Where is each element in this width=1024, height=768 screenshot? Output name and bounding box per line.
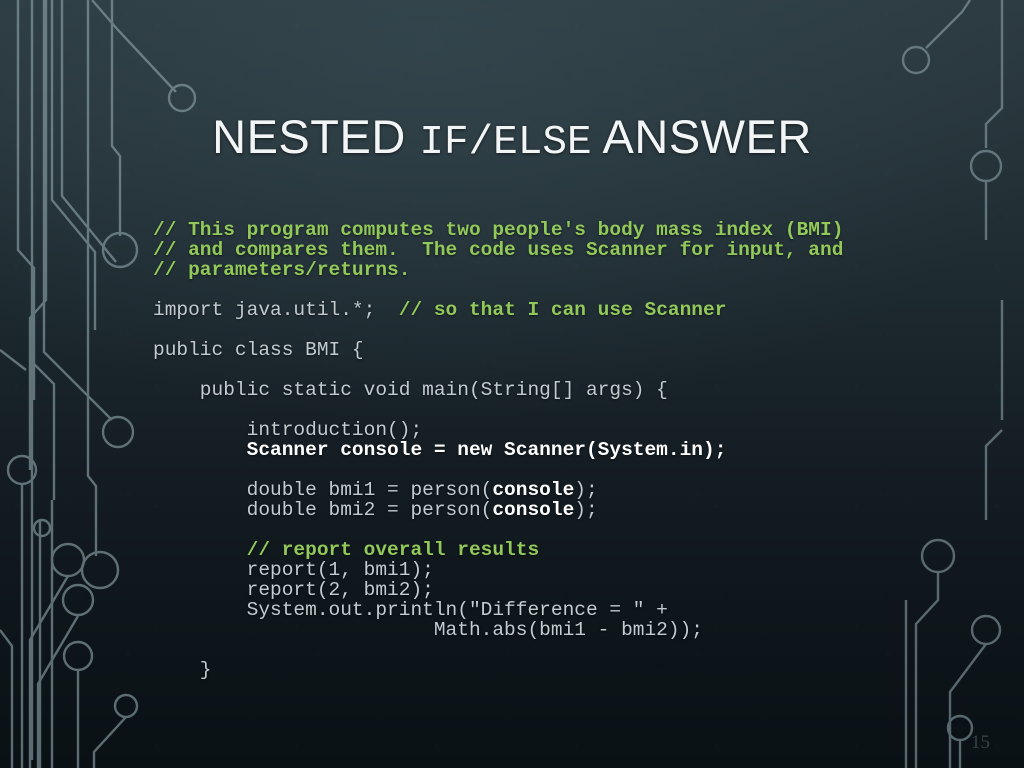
code-line: Math.abs(bmi1 - bmi2)); <box>153 620 983 640</box>
slide-canvas: NESTED IF/ELSE ANSWER // This program co… <box>0 0 1024 768</box>
code-line: // report overall results <box>153 540 983 560</box>
code-span-plain: } <box>153 658 212 681</box>
code-line: import java.util.*; // so that I can use… <box>153 300 983 320</box>
title-part-plain-2: ANSWER <box>591 110 812 164</box>
page-number: 15 <box>971 732 990 753</box>
code-span-plain: ); <box>574 498 598 521</box>
code-span-bold: console <box>492 498 575 521</box>
code-span-plain: Math.abs(bmi1 - bmi2)); <box>153 618 703 641</box>
code-line: introduction(); <box>153 420 983 440</box>
title-part-mono: IF/ELSE <box>419 120 592 167</box>
code-line: } <box>153 660 983 680</box>
code-span-comment: // so that I can use Scanner <box>398 298 727 321</box>
code-span-plain: ); <box>574 478 598 501</box>
code-span-bold: Scanner console = new Scanner(System.in)… <box>153 438 727 461</box>
code-line: double bmi1 = person(console); <box>153 480 983 500</box>
page-title: NESTED IF/ELSE ANSWER <box>0 78 1024 203</box>
code-line: Scanner console = new Scanner(System.in)… <box>153 440 983 460</box>
code-line: report(2, bmi2); <box>153 580 983 600</box>
code-span-comment: // parameters/returns. <box>153 258 411 281</box>
code-line: public class BMI { <box>153 340 983 360</box>
slide-title-text: NESTED IF/ELSE ANSWER <box>212 109 812 171</box>
code-line: System.out.println("Difference = " + <box>153 600 983 620</box>
code-span-plain: introduction(); <box>153 418 423 441</box>
code-line: report(1, bmi1); <box>153 560 983 580</box>
code-line: // and compares them. The code uses Scan… <box>153 240 983 260</box>
code-line: double bmi2 = person(console); <box>153 500 983 520</box>
code-listing: // This program computes two people's bo… <box>153 220 983 680</box>
code-span-plain: double bmi2 = person( <box>153 498 493 521</box>
code-span-plain: System.out.println("Difference = " + <box>153 598 668 621</box>
code-line: public static void main(String[] args) { <box>153 380 983 400</box>
code-span-bold: console <box>492 478 575 501</box>
title-part-plain-1: NESTED <box>212 110 420 164</box>
code-span-comment: // This program computes two people's bo… <box>153 218 844 241</box>
code-span-plain: public class BMI { <box>153 338 364 361</box>
code-span-comment: // report overall results <box>153 538 540 561</box>
code-span-plain: report(2, bmi2); <box>153 578 434 601</box>
code-span-comment: // and compares them. The code uses Scan… <box>153 238 844 261</box>
code-line: // parameters/returns. <box>153 260 983 280</box>
code-span-plain: import java.util.*; <box>153 298 399 321</box>
code-span-plain: double bmi1 = person( <box>153 478 493 501</box>
code-line: // This program computes two people's bo… <box>153 220 983 240</box>
code-span-plain: public static void main(String[] args) { <box>153 378 668 401</box>
code-span-plain: report(1, bmi1); <box>153 558 434 581</box>
